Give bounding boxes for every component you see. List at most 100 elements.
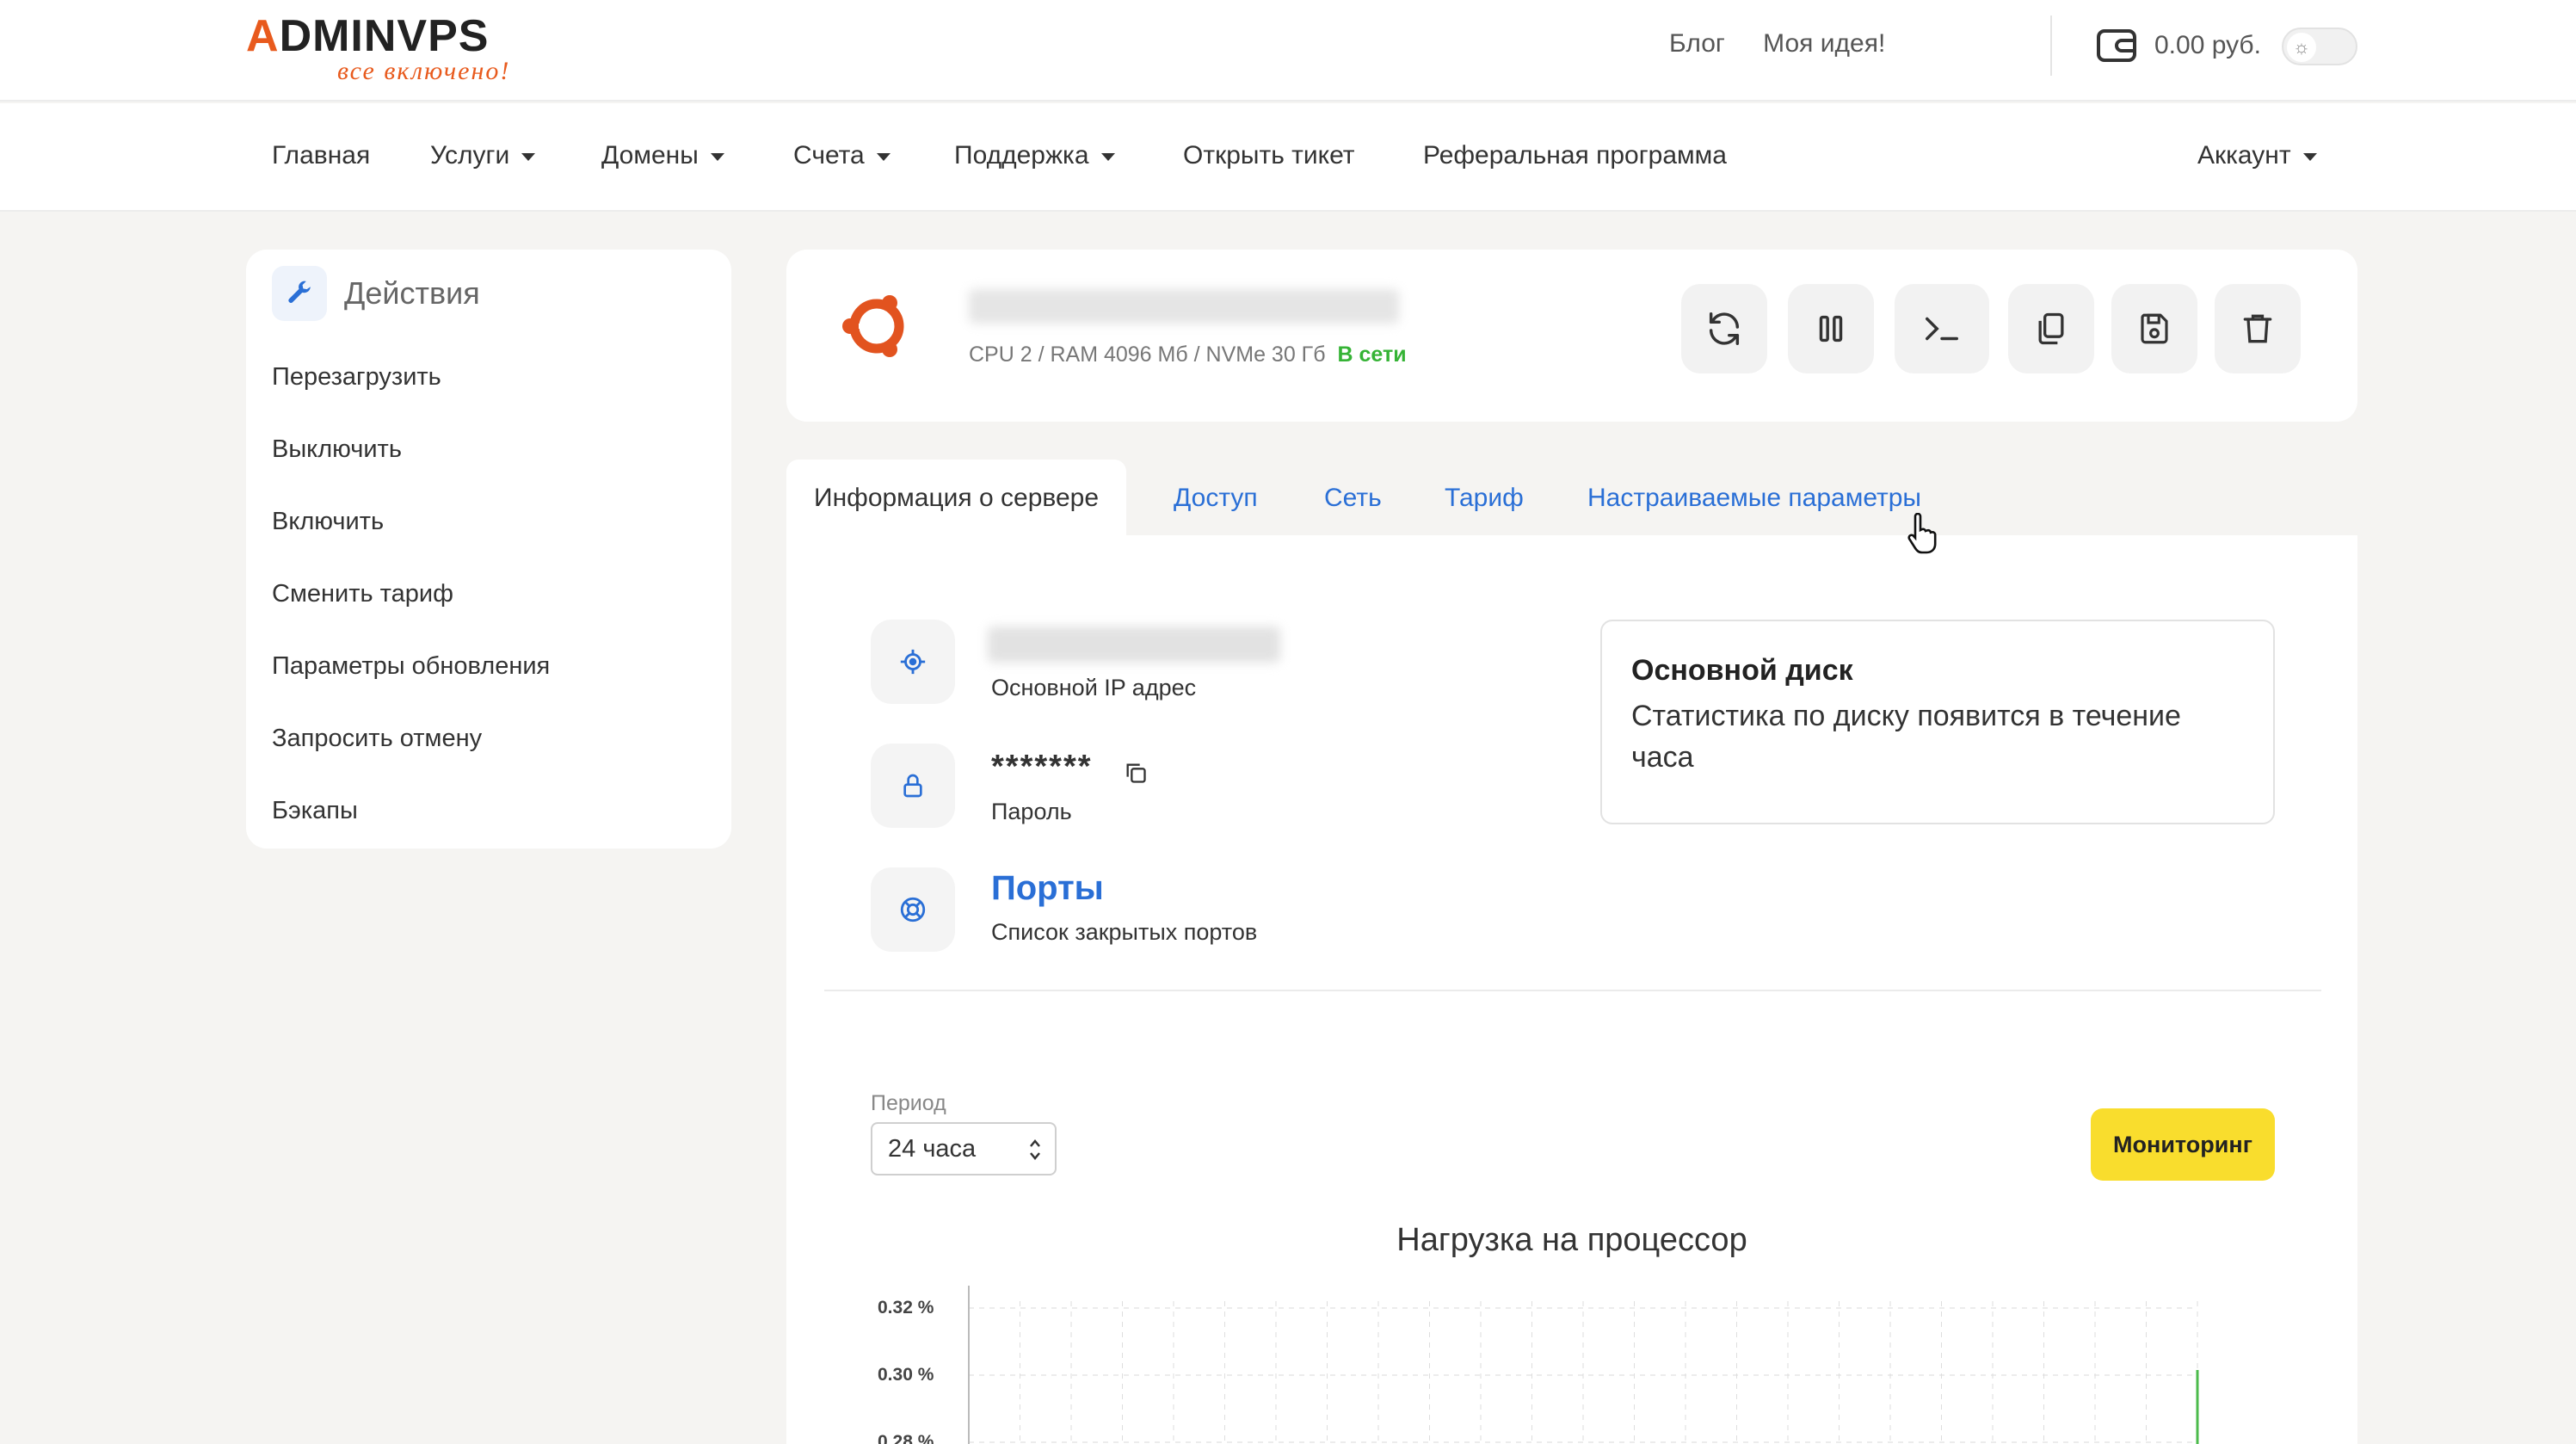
pause-button[interactable] bbox=[1788, 284, 1874, 373]
server-info-panel: Основной IP адрес ******* Пароль Порты С… bbox=[786, 535, 2357, 1444]
account-balance[interactable]: 0.00 руб. bbox=[2154, 31, 2261, 60]
clone-icon bbox=[2038, 312, 2064, 345]
header-divider bbox=[2050, 15, 2052, 76]
delete-button[interactable] bbox=[2215, 284, 2301, 373]
tab-network-label: Сеть bbox=[1324, 484, 1382, 512]
sidebar-header: Действия bbox=[272, 265, 480, 322]
tab-custom-params-label: Настраиваемые параметры bbox=[1587, 484, 1921, 512]
wrench-icon bbox=[272, 266, 327, 321]
password-label: Пароль bbox=[991, 799, 1072, 824]
server-hostname bbox=[969, 289, 1399, 324]
ports-label: Список закрытых портов bbox=[991, 919, 1258, 945]
logo-letter: A bbox=[246, 11, 280, 61]
sidebar-item-backups[interactable]: Бэкапы bbox=[272, 797, 358, 825]
tab-access[interactable]: Доступ bbox=[1174, 460, 1258, 537]
nav-domains[interactable]: Домены bbox=[601, 141, 724, 170]
disk-title: Основной диск bbox=[1631, 654, 1853, 687]
nav-account-label: Аккаунт bbox=[2197, 141, 2291, 170]
ip-address-value bbox=[988, 626, 1280, 663]
nav-referral-label: Реферальная программа bbox=[1423, 141, 1727, 170]
actions-sidebar: Действия Перезагрузить Выключить Включит… bbox=[246, 250, 731, 849]
ubuntu-icon bbox=[842, 295, 904, 357]
period-label: Период bbox=[871, 1091, 946, 1115]
nav-open-ticket[interactable]: Открыть тикет bbox=[1183, 141, 1355, 170]
select-arrows-icon bbox=[1030, 1139, 1040, 1160]
nav-support-label: Поддержка bbox=[954, 141, 1089, 170]
section-divider bbox=[824, 990, 2321, 991]
lifebuoy-icon bbox=[871, 867, 955, 952]
sidebar-item-upgrade-options[interactable]: Параметры обновления bbox=[272, 652, 550, 681]
top-header: ADMINVPS все включено! Блог Моя идея! 0.… bbox=[0, 0, 2576, 102]
tab-custom-params[interactable]: Настраиваемые параметры bbox=[1587, 460, 1921, 537]
tab-tariff-label: Тариф bbox=[1445, 484, 1524, 512]
tab-tariff[interactable]: Тариф bbox=[1445, 460, 1524, 537]
nav-invoices[interactable]: Счета bbox=[793, 141, 891, 170]
y-tick-label: 0.28 % bbox=[878, 1432, 934, 1444]
sun-icon: ☼ bbox=[2287, 33, 2316, 62]
cpu-load-chart: 0.32 % 0.30 % 0.28 % bbox=[878, 1286, 2199, 1444]
main-navigation: Главная Услуги Домены Счета Поддержка От… bbox=[0, 103, 2576, 212]
hand-cursor-icon bbox=[1907, 513, 1937, 554]
sidebar-item-reboot[interactable]: Перезагрузить bbox=[272, 363, 441, 392]
nav-services[interactable]: Услуги bbox=[430, 141, 536, 170]
ports-link[interactable]: Порты bbox=[991, 869, 1104, 908]
nav-support[interactable]: Поддержка bbox=[954, 141, 1115, 170]
tab-network[interactable]: Сеть bbox=[1324, 460, 1382, 537]
wallet-icon[interactable] bbox=[2096, 26, 2139, 64]
nav-domains-label: Домены bbox=[601, 141, 699, 170]
main-disk-card: Основной диск Статистика по диску появит… bbox=[1600, 620, 2275, 824]
nav-account[interactable]: Аккаунт bbox=[2197, 141, 2317, 170]
save-icon bbox=[2141, 313, 2168, 344]
server-summary-card: CPU 2 / RAM 4096 Мб / NVMe 30 Гб В сети bbox=[786, 250, 2357, 422]
nav-referral[interactable]: Реферальная программа bbox=[1423, 141, 1727, 170]
nav-home-label: Главная bbox=[272, 141, 371, 170]
console-icon bbox=[1926, 317, 1958, 341]
logo-slogan: все включено! bbox=[337, 57, 511, 85]
status-badge: В сети bbox=[1337, 342, 1407, 367]
theme-toggle[interactable]: ☼ bbox=[2282, 28, 2357, 65]
period-select[interactable]: 24 часа bbox=[871, 1122, 1057, 1176]
password-value: ******* bbox=[991, 749, 1093, 785]
blog-link[interactable]: Блог bbox=[1669, 29, 1725, 58]
adminvps-logo[interactable]: ADMINVPS все включено! bbox=[246, 10, 539, 88]
lock-icon bbox=[871, 744, 955, 828]
copy-icon[interactable] bbox=[1124, 761, 1148, 785]
nav-home[interactable]: Главная bbox=[272, 141, 370, 170]
tab-access-label: Доступ bbox=[1174, 484, 1258, 512]
sidebar-item-power-on[interactable]: Включить bbox=[272, 508, 384, 536]
chevron-down-icon bbox=[1100, 152, 1115, 161]
reload-icon bbox=[1709, 312, 1740, 345]
chevron-down-icon bbox=[876, 152, 891, 161]
nav-invoices-label: Счета bbox=[793, 141, 865, 170]
trash-icon bbox=[2243, 314, 2272, 343]
period-select-value: 24 часа bbox=[888, 1134, 977, 1163]
chevron-down-icon bbox=[521, 152, 536, 161]
y-tick-label: 0.30 % bbox=[878, 1365, 934, 1385]
logo-wordmark: ADMINVPS bbox=[246, 10, 489, 62]
sidebar-item-request-cancel[interactable]: Запросить отмену bbox=[272, 725, 482, 753]
sidebar-item-power-off[interactable]: Выключить bbox=[272, 435, 402, 464]
reload-button[interactable] bbox=[1681, 284, 1767, 373]
y-tick-label: 0.32 % bbox=[878, 1298, 934, 1317]
ip-address-label: Основной IP адрес bbox=[991, 675, 1197, 700]
chart-title: Нагрузка на процессор bbox=[1396, 1222, 1747, 1258]
my-idea-link[interactable]: Моя идея! bbox=[1763, 29, 1885, 58]
chevron-down-icon bbox=[2302, 152, 2317, 161]
nav-services-label: Услуги bbox=[430, 141, 510, 170]
save-button[interactable] bbox=[2111, 284, 2197, 373]
server-specs: CPU 2 / RAM 4096 Мб / NVMe 30 Гб В сети bbox=[969, 342, 1407, 367]
logo-text: DMINVPS bbox=[279, 11, 490, 61]
nav-open-ticket-label: Открыть тикет bbox=[1183, 141, 1355, 170]
server-specs-text: CPU 2 / RAM 4096 Мб / NVMe 30 Гб bbox=[969, 342, 1326, 367]
console-button[interactable] bbox=[1895, 284, 1989, 373]
tab-server-info[interactable]: Информация о сервере bbox=[786, 460, 1127, 537]
pause-icon bbox=[1819, 315, 1843, 342]
target-icon bbox=[871, 620, 955, 704]
sidebar-title: Действия bbox=[344, 275, 480, 311]
monitoring-button[interactable]: Мониторинг bbox=[2091, 1108, 2275, 1181]
tab-server-info-label: Информация о сервере bbox=[814, 484, 1100, 512]
chevron-down-icon bbox=[710, 152, 724, 161]
sidebar-item-change-plan[interactable]: Сменить тариф bbox=[272, 580, 453, 608]
disk-text: Статистика по диску появится в течение ч… bbox=[1631, 700, 2181, 774]
clone-button[interactable] bbox=[2008, 284, 2094, 373]
